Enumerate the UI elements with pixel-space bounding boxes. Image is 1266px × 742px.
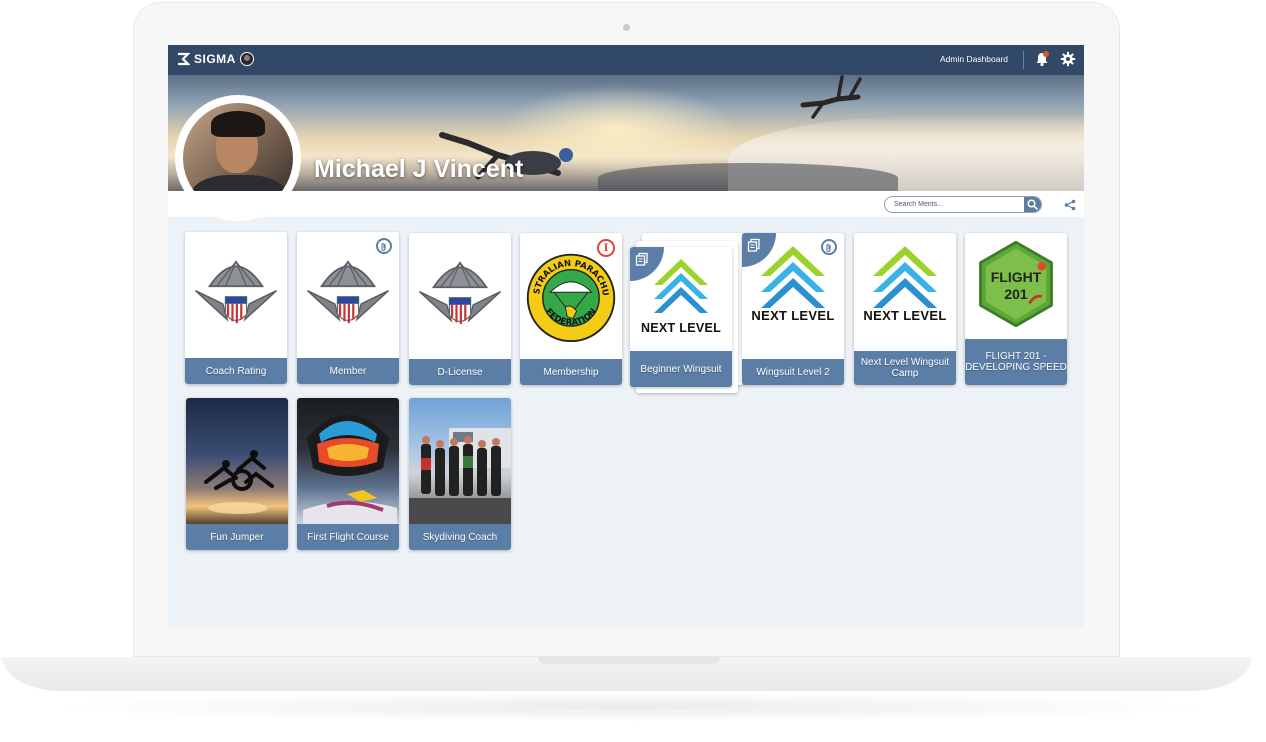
laptop-notch <box>538 657 720 664</box>
merit-label: D-License <box>409 359 511 385</box>
profile-name: Michael J Vincent <box>314 155 524 183</box>
merit-label: First Flight Course <box>297 524 399 550</box>
merit-label: Next Level Wingsuit Camp <box>854 351 956 385</box>
merit-label: Member <box>297 358 399 384</box>
next-level-chevron-logo-icon <box>873 246 937 308</box>
search-box <box>884 196 1042 213</box>
merit-art <box>409 398 511 524</box>
avatar-hair <box>211 111 265 137</box>
merit-card-flight-201[interactable]: FLIGHT 201 FLIGHT 201 - DEVELOPING SPEED <box>965 233 1067 385</box>
merit-toolbar <box>168 191 1084 217</box>
merit-label: Fun Jumper <box>186 524 288 550</box>
merit-card-first-flight-course[interactable]: First Flight Course <box>297 398 399 550</box>
banner-mountain <box>598 163 898 191</box>
merit-card-membership[interactable]: AUSTRALIAN PARACHUTE FEDERATION I Member… <box>520 233 622 385</box>
sigma-logo[interactable]: SIGMA <box>176 52 236 66</box>
settings-gear-icon[interactable] <box>1060 51 1076 67</box>
merit-label: Coach Rating <box>185 358 287 384</box>
merit-label: Beginner Wingsuit <box>630 351 732 387</box>
merit-art: FLIGHT 201 <box>965 233 1067 339</box>
header-divider <box>1023 51 1024 69</box>
share-icon[interactable] <box>1064 198 1076 211</box>
top-navigation-bar: SIGMA Admin Dashboard <box>168 45 1084 75</box>
info-badge-icon[interactable]: I <box>597 239 615 257</box>
merit-art: NEXT LEVEL <box>854 233 956 359</box>
admin-dashboard-link[interactable]: Admin Dashboard <box>940 54 1008 64</box>
profile-banner: Michael J Vincent <box>168 75 1084 191</box>
merit-card-d-license[interactable]: D-License <box>409 233 511 385</box>
merit-label: Membership <box>520 359 622 385</box>
merit-card-coach-rating[interactable]: Coach Rating <box>185 232 287 384</box>
skydivers-silhouette-photo <box>204 450 274 514</box>
merit-art <box>297 398 399 524</box>
parachute-wings-badge-icon <box>419 260 501 325</box>
sigma-logo-icon <box>178 52 190 66</box>
merit-label: Skydiving Coach <box>409 524 511 550</box>
merit-card-member[interactable]: Member <box>297 232 399 384</box>
next-level-wordmark: NEXT LEVEL <box>751 308 835 323</box>
merit-label: FLIGHT 201 - DEVELOPING SPEED <box>965 339 1067 385</box>
search-merits-input[interactable] <box>885 197 1032 212</box>
merit-card-next-level-wingsuit-camp[interactable]: NEXT LEVEL Next Level Wingsuit Camp <box>854 233 956 385</box>
merit-label: Wingsuit Level 2 <box>742 359 844 385</box>
search-icon[interactable] <box>1024 197 1041 212</box>
next-level-wordmark: NEXT LEVEL <box>863 308 947 323</box>
app-screen: SIGMA Admin Dashboard Michael J Vincent … <box>168 45 1084 627</box>
merit-art <box>409 233 511 359</box>
notification-bell-icon[interactable] <box>1034 51 1050 67</box>
merit-art <box>185 232 287 358</box>
notification-badge <box>1043 51 1049 57</box>
attachment-clip-icon[interactable] <box>821 239 837 255</box>
next-level-wordmark: NEXT LEVEL <box>640 321 722 335</box>
merit-card-fun-jumper[interactable]: Fun Jumper <box>186 398 288 550</box>
laptop-shadow <box>40 692 1220 722</box>
merit-art <box>186 398 288 524</box>
brand-name: SIGMA <box>194 52 236 66</box>
helmet-goggles-photo <box>303 415 397 524</box>
group-of-skydivers-photo <box>409 428 511 524</box>
flight-201-line2: 201 <box>1004 286 1028 302</box>
laptop-camera <box>623 24 630 31</box>
merit-card-skydiving-coach[interactable]: Skydiving Coach <box>409 398 511 550</box>
skydiver-2-illustration <box>800 75 862 119</box>
parachute-wings-badge-icon <box>195 259 277 324</box>
merit-card-beginner-wingsuit[interactable]: NEXT LEVEL Beginner Wingsuit <box>630 247 732 387</box>
flight-201-wordmark: FLIGHT 201 <box>965 269 1067 303</box>
user-avatar-small[interactable] <box>240 52 254 66</box>
merit-card-wingsuit-level-2[interactable]: NEXT LEVEL Wingsuit Level 2 <box>742 233 844 385</box>
flight-201-line1: FLIGHT <box>990 269 1042 285</box>
parachute-federation-emblem-icon: AUSTRALIAN PARACHUTE FEDERATION <box>524 249 616 343</box>
attachment-clip-icon[interactable] <box>376 238 392 254</box>
parachute-wings-badge-icon <box>307 259 389 324</box>
